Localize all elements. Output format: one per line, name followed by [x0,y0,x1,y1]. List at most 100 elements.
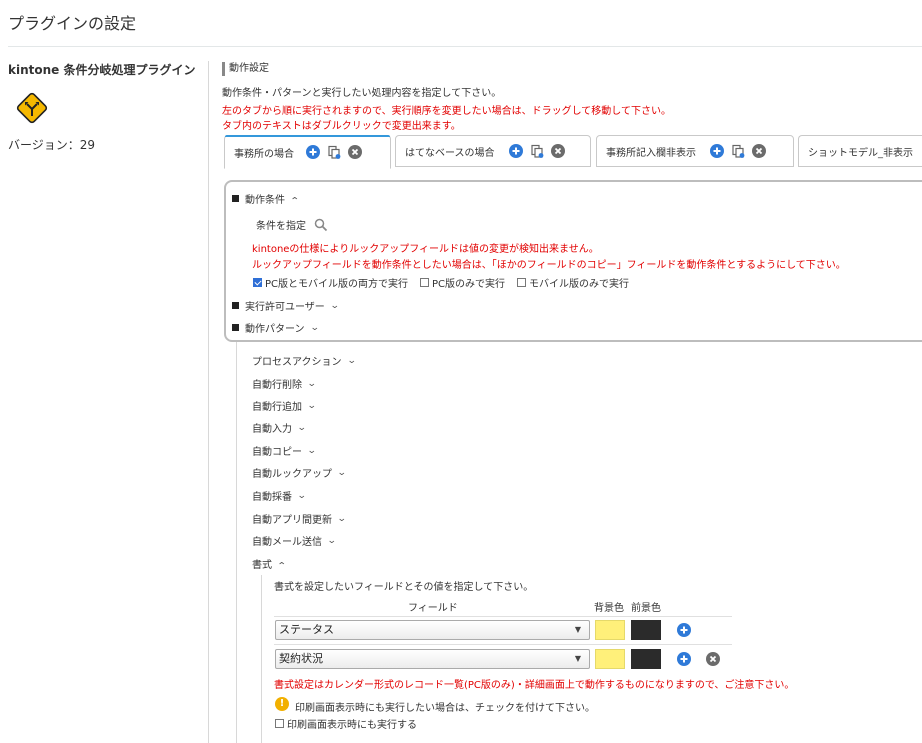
specify-condition[interactable]: 条件を指定 [256,217,328,232]
field-select[interactable]: 契約状況 ▼ [275,649,590,669]
option-both-checkbox[interactable] [253,278,262,287]
action-label: プロセスアクション [252,357,342,368]
rename-note: タブ内のテキストはダブルクリックで変更出来ます。 [222,121,461,132]
add-icon[interactable] [306,145,320,159]
allowed-users-heading: 実行許可ユーザー [245,302,325,313]
format-note: 書式設定はカレンダー形式のレコード一覧(PC版のみ)・詳細画面上で動作するものに… [274,680,795,691]
copy-icon[interactable] [327,145,341,159]
dropdown-arrow-icon: ▼ [574,625,581,634]
chevron-down-icon: ⌄ [336,513,347,524]
field-select-value: 契約状況 [279,652,323,665]
chevron-up-icon: ⌄ [276,558,287,569]
delete-row-icon[interactable] [706,652,720,666]
table-line [274,616,732,617]
tab-label[interactable]: 事務所記入欄非表示 [606,144,696,159]
pattern-heading: 動作パターン [245,324,305,335]
copy-icon[interactable] [530,144,544,158]
tab-label[interactable]: ショットモデル_非表示 [808,144,913,159]
header-divider [8,46,922,47]
option-label: PC版のみで実行 [432,279,506,290]
field-select[interactable]: ステータス ▼ [275,620,590,640]
action-item[interactable]: 自動コピー ⌄ [252,443,317,459]
add-icon[interactable] [710,144,724,158]
table-line [274,644,732,645]
action-label: 自動行削除 [252,380,302,391]
action-label: 自動行追加 [252,402,302,413]
add-row-icon[interactable] [677,652,691,666]
fg-color-swatch[interactable] [631,620,661,640]
chevron-down-icon: ⌄ [306,400,317,411]
delete-icon[interactable] [752,144,766,158]
col-fg-header: 前景色 [631,603,661,614]
print-option[interactable]: 印刷画面表示時にも実行する [275,716,417,731]
action-label: 自動入力 [252,424,292,435]
pattern-toggle[interactable]: 動作パターン ⌄ [232,320,320,335]
fg-color-swatch[interactable] [631,649,661,669]
search-icon[interactable] [314,218,328,232]
action-item[interactable]: 自動ルックアップ ⌄ [252,465,347,481]
lookup-note-1: kintoneの仕様によりルックアップフィールドは値の変更が検知出来ません。 [252,244,599,255]
field-select-value: ステータス [279,623,334,636]
action-item[interactable]: 自動採番 ⌄ [252,488,307,504]
option-label: PC版とモバイル版の両方で実行 [265,279,409,290]
action-divider [236,342,237,743]
copy-icon[interactable] [731,144,745,158]
bg-color-swatch[interactable] [595,620,625,640]
chevron-down-icon: ⌄ [329,300,340,311]
action-item[interactable]: 自動入力 ⌄ [252,420,307,436]
action-label: 自動ルックアップ [252,469,332,480]
order-note: 左のタブから順に実行されますので、実行順序を変更したい場合は、ドラッグして移動し… [222,106,671,117]
square-bullet-icon [232,324,239,331]
tab-1[interactable]: 事務所の場合 [224,135,391,169]
option-pc-checkbox[interactable] [420,278,430,287]
bg-color-swatch[interactable] [595,649,625,669]
print-note: 印刷画面表示時にも実行したい場合は、チェックを付けて下さい。 [295,703,595,714]
add-row-icon[interactable] [677,623,691,637]
tab-3[interactable]: 事務所記入欄非表示 [596,135,794,167]
option-mobile-checkbox[interactable] [517,278,527,287]
content-divider [208,61,209,743]
lookup-note-2: ルックアップフィールドを動作条件としたい場合は、「ほかのフィールドのコピー」フィ… [252,260,846,271]
delete-icon[interactable] [348,145,362,159]
action-item[interactable]: 自動メール送信 ⌄ [252,533,337,549]
action-label: 自動メール送信 [252,537,322,548]
action-label: 自動アプリ間更新 [252,515,332,526]
delete-icon[interactable] [550,144,565,158]
chevron-down-icon: ⌄ [346,355,357,366]
format-toggle[interactable]: 書式 ⌄ [252,556,287,572]
tab-label[interactable]: 事務所の場合 [234,145,294,160]
section-label: 動作設定 [222,62,269,76]
allowed-users-toggle[interactable]: 実行許可ユーザー ⌄ [232,298,340,313]
dropdown-arrow-icon: ▼ [574,654,581,663]
format-heading: 書式 [252,560,272,571]
plugin-name: kintone 条件分岐処理プラグイン [8,63,196,77]
add-icon[interactable] [508,144,523,158]
action-label: 自動採番 [252,492,292,503]
chevron-down-icon: ⌄ [306,445,317,456]
action-item[interactable]: 自動アプリ間更新 ⌄ [252,511,347,527]
square-bullet-icon [232,302,239,309]
col-field-header: フィールド [408,603,458,614]
option-label: モバイル版のみで実行 [529,279,630,290]
chevron-down-icon: ⌄ [326,535,337,546]
square-bullet-icon [232,195,239,202]
tab-label[interactable]: はてなベースの場合 [405,144,495,159]
action-item[interactable]: 自動行追加 ⌄ [252,398,317,414]
action-label: 自動コピー [252,447,302,458]
action-item[interactable]: 自動行削除 ⌄ [252,376,317,392]
tab-4[interactable]: ショットモデル_非表示 [798,135,922,167]
warning-icon: ! [275,697,289,711]
format-desc: 書式を設定したいフィールドとその値を指定して下さい。 [274,582,534,593]
chevron-down-icon: ⌄ [309,322,320,333]
print-checkbox[interactable] [275,719,284,728]
condition-heading: 動作条件 [245,195,285,206]
page-title: プラグインの設定 [8,14,137,33]
col-bg-header: 背景色 [594,603,624,614]
condition-toggle[interactable]: 動作条件 ⌄ [232,191,300,206]
tab-2[interactable]: はてなベースの場合 [395,135,591,167]
chevron-down-icon: ⌄ [296,422,307,433]
chevron-down-icon: ⌄ [306,378,317,389]
specify-label: 条件を指定 [256,221,306,232]
action-item[interactable]: プロセスアクション ⌄ [252,353,357,369]
device-options: PC版とモバイル版の両方で実行 PC版のみで実行 モバイル版のみで実行 [253,275,629,290]
